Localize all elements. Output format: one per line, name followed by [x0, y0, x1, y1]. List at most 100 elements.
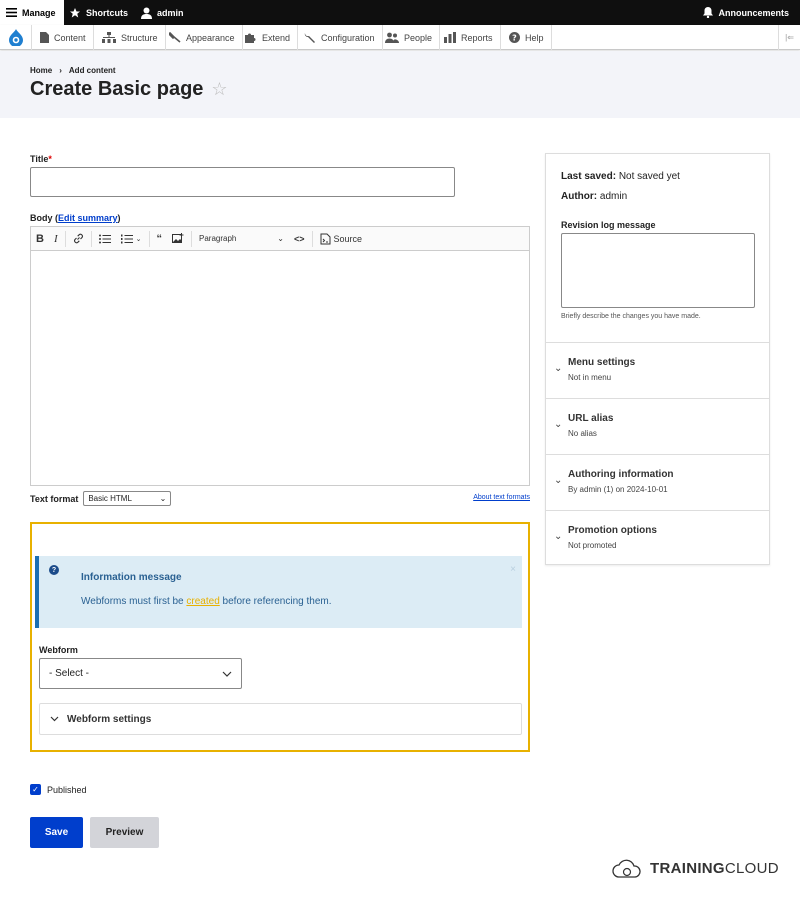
about-text-formats-link[interactable]: About text formats	[473, 494, 530, 501]
text-format-select[interactable]: Basic HTML ⌄	[83, 491, 172, 506]
toolbar-separator	[64, 230, 66, 247]
menu-item-people[interactable]: People	[378, 25, 441, 50]
italic-icon: I	[53, 232, 58, 245]
menu-settings-summary: Not in menu	[568, 373, 612, 382]
cloud-logo-icon	[612, 859, 641, 878]
authoring-information-title: Authoring information	[568, 469, 674, 480]
menu-item-help-label: Help	[525, 32, 544, 43]
menu-item-extend-label: Extend	[262, 32, 291, 43]
numbered-list-button[interactable]: ⌄	[116, 227, 147, 251]
announcements-tab[interactable]: Announcements	[703, 0, 789, 25]
revision-log-help: Briefly describe the changes you have ma…	[561, 313, 701, 320]
meta-sidebar: Last saved: Not saved yet Author: admin …	[545, 153, 770, 565]
link-button[interactable]	[68, 227, 89, 251]
close-icon[interactable]: ×	[510, 564, 516, 575]
breadcrumb-separator-icon: ›	[59, 66, 62, 75]
authoring-information-section[interactable]: ⌄ Authoring information By admin (1) on …	[546, 454, 769, 510]
admin-menu-bar: Content Structure Appearance Extend Conf…	[0, 25, 800, 50]
info-message-title: Information message	[81, 572, 182, 583]
promotion-options-summary: Not promoted	[568, 541, 617, 550]
orientation-toggle-icon: |⇐	[785, 33, 794, 42]
menu-item-extend[interactable]: Extend	[238, 25, 299, 50]
hamburger-icon	[6, 8, 17, 17]
save-button[interactable]: Save	[30, 817, 83, 848]
menu-settings-title: Menu settings	[568, 357, 636, 368]
link-icon	[73, 233, 83, 244]
menu-item-content[interactable]: Content	[33, 25, 94, 50]
published-checkbox-row[interactable]: ✓ Published	[30, 784, 87, 795]
title-field-label: Title*	[30, 154, 52, 164]
manage-tab[interactable]: Manage	[0, 0, 64, 25]
body-editor: B I ⌄ “ Paragraph ⌄ <> Source	[30, 226, 530, 486]
promotion-options-title: Promotion options	[568, 525, 657, 536]
user-label: admin	[157, 7, 184, 18]
menu-item-appearance-label: Appearance	[186, 32, 235, 43]
chevron-down-icon: ⌄	[554, 419, 563, 430]
chevron-down-icon: ⌄	[277, 234, 284, 243]
information-message: ? Information message Webforms must firs…	[35, 556, 522, 628]
people-icon	[385, 32, 399, 43]
checkmark-icon: ✓	[32, 785, 39, 794]
revision-log-textarea[interactable]	[561, 233, 755, 308]
webform-settings-label: Webform settings	[67, 713, 152, 725]
toolbar-separator	[191, 230, 192, 247]
paragraph-format-dropdown[interactable]: Paragraph ⌄	[194, 227, 289, 251]
created-link[interactable]: created	[186, 596, 219, 607]
text-format-label: Text format	[30, 493, 79, 504]
menu-settings-section[interactable]: ⌄ Menu settings Not in menu	[546, 342, 769, 398]
editor-content-area[interactable]	[31, 251, 529, 485]
chevron-down-icon: ⌄	[159, 494, 167, 503]
info-message-text: Webforms must first be created before re…	[81, 596, 332, 607]
user-tab[interactable]: admin	[141, 0, 184, 25]
menu-item-appearance[interactable]: Appearance	[162, 25, 243, 50]
edit-summary-link[interactable]: Edit summary	[58, 213, 118, 223]
brand-bold: TRAINING	[650, 859, 725, 877]
menu-item-structure[interactable]: Structure	[95, 25, 166, 50]
code-button[interactable]: <>	[289, 227, 310, 251]
menu-item-structure-label: Structure	[121, 32, 158, 43]
italic-button[interactable]: I	[49, 227, 63, 251]
text-format-value: Basic HTML	[88, 494, 132, 503]
last-saved: Last saved: Not saved yet	[561, 171, 680, 182]
bold-button[interactable]: B	[31, 227, 49, 251]
preview-button[interactable]: Preview	[90, 817, 159, 848]
announcements-label: Announcements	[718, 7, 789, 18]
page-title: Create Basic page	[30, 78, 204, 100]
menu-item-configuration-label: Configuration	[321, 32, 375, 43]
menu-item-reports[interactable]: Reports	[437, 25, 501, 50]
chevron-down-icon: ⌄	[554, 363, 563, 374]
bulleted-list-button[interactable]	[94, 227, 116, 251]
insert-image-button[interactable]	[167, 227, 189, 251]
quote-icon: “	[156, 232, 163, 245]
title-label-text: Title	[30, 154, 49, 164]
page-title-row: Create Basic page ☆	[30, 78, 228, 101]
webform-settings-details[interactable]: Webform settings	[39, 703, 522, 735]
webform-select[interactable]: - Select -	[39, 658, 242, 689]
code-icon: <>	[294, 233, 305, 244]
published-checkbox[interactable]: ✓	[30, 784, 41, 795]
numbered-list-icon	[120, 234, 133, 243]
promotion-options-section[interactable]: ⌄ Promotion options Not promoted	[546, 510, 769, 566]
breadcrumb-home[interactable]: Home	[30, 66, 52, 75]
source-button[interactable]: Source	[315, 227, 368, 251]
body-label-text: Body	[30, 213, 53, 223]
shortcuts-tab[interactable]: Shortcuts	[69, 0, 128, 25]
title-input[interactable]	[30, 167, 455, 197]
breadcrumb: Home › Add content	[30, 66, 116, 75]
menu-item-help[interactable]: ? Help	[502, 25, 552, 50]
drupal-logo[interactable]	[0, 25, 32, 50]
shortcuts-label: Shortcuts	[86, 7, 129, 18]
image-icon	[172, 233, 184, 243]
top-toolbar: Manage Shortcuts admin Announcements	[0, 0, 800, 25]
toolbar-orientation-toggle[interactable]: |⇐	[778, 25, 800, 50]
blockquote-button[interactable]: “	[152, 227, 168, 251]
url-alias-section[interactable]: ⌄ URL alias No alias	[546, 398, 769, 454]
puzzle-icon	[245, 33, 256, 43]
shortcut-star-icon[interactable]: ☆	[211, 79, 227, 100]
manage-label: Manage	[22, 7, 56, 18]
breadcrumb-add-content[interactable]: Add content	[69, 66, 116, 75]
svg-text:?: ?	[512, 33, 517, 42]
menu-item-configuration[interactable]: Configuration	[297, 25, 383, 50]
author-label: Author:	[561, 191, 598, 202]
menu-item-reports-label: Reports	[461, 32, 493, 43]
